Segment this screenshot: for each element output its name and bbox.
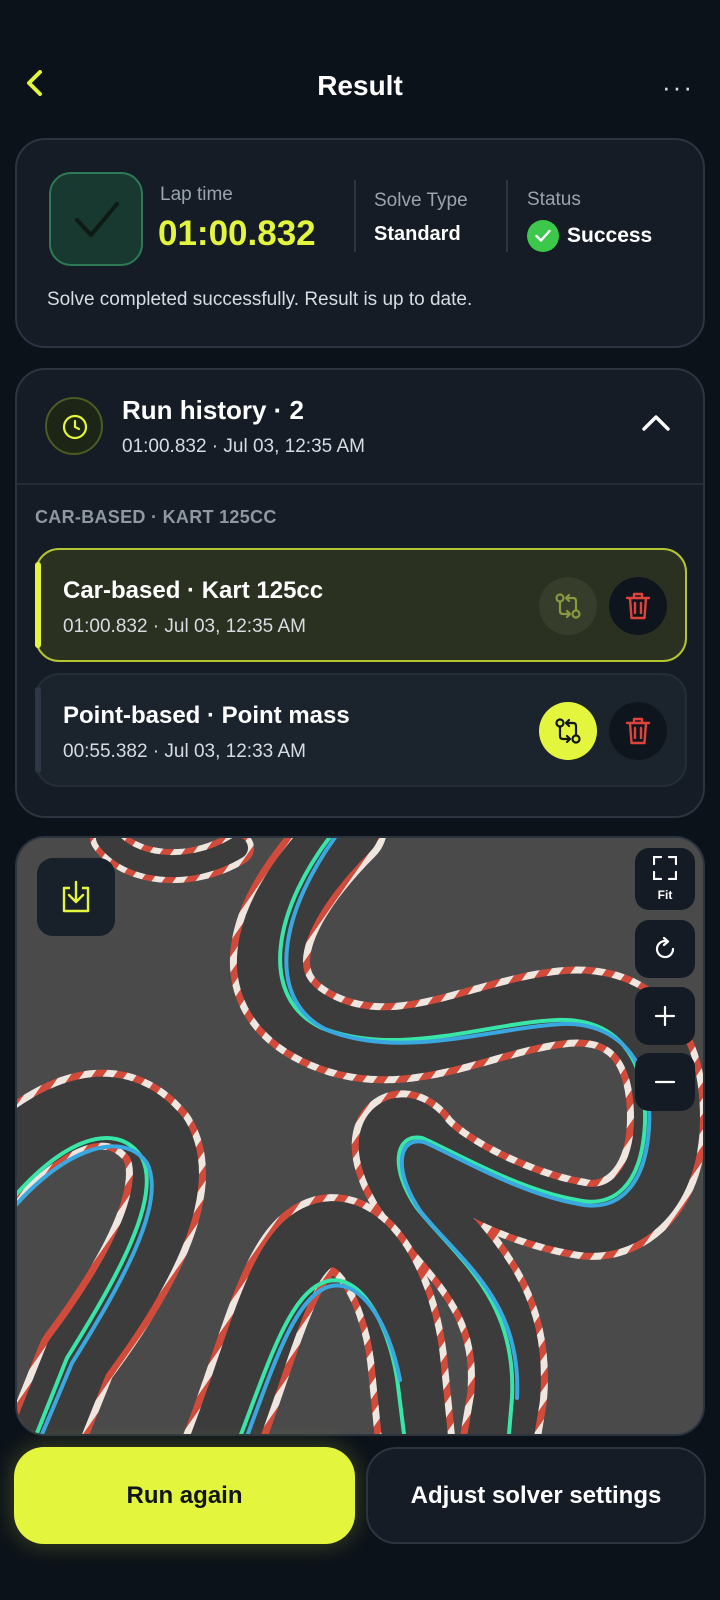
run-group-label: CAR-BASED · KART 125CC: [35, 507, 277, 527]
compare-button[interactable]: [539, 702, 597, 760]
top-bar: Result ···: [0, 0, 720, 110]
lap-time-label: Lap time: [160, 184, 233, 205]
status-value: Success: [567, 224, 653, 247]
run-again-button[interactable]: Run again: [14, 1447, 355, 1544]
status-label: Status: [527, 189, 581, 210]
success-check-badge: [49, 172, 143, 266]
chevron-up-icon[interactable]: [641, 412, 671, 432]
reset-view-button[interactable]: [635, 920, 695, 978]
page-title: Result: [317, 70, 403, 101]
fit-icon: [653, 856, 677, 880]
fit-label: Fit: [657, 888, 673, 902]
adjust-solver-settings-button[interactable]: Adjust solver settings: [366, 1447, 706, 1544]
run-history-title: Run history · 2: [122, 395, 305, 425]
run-item[interactable]: Point-based · Point mass 00:55.382 · Jul…: [35, 673, 687, 787]
track-map[interactable]: Fit: [15, 836, 705, 1436]
compare-icon: [555, 718, 581, 744]
run-history-subtitle: 01:00.832 · Jul 03, 12:35 AM: [122, 436, 365, 457]
compare-button[interactable]: [539, 577, 597, 635]
download-icon: [62, 880, 90, 913]
run-item-active[interactable]: Car-based · Kart 125cc 01:00.832 · Jul 0…: [35, 548, 687, 662]
trash-icon: [625, 717, 651, 745]
delete-button[interactable]: [609, 702, 667, 760]
track-map-canvas[interactable]: [17, 838, 705, 1436]
run-subtitle: 01:00.832 · Jul 03, 12:35 AM: [63, 616, 306, 637]
result-summary-card: Lap time 01:00.832 Solve Type Standard S…: [15, 138, 705, 348]
reset-icon: [655, 937, 675, 959]
zoom-out-icon: [654, 1080, 676, 1084]
more-options-icon[interactable]: ···: [662, 72, 694, 103]
download-button[interactable]: [37, 858, 115, 936]
zoom-out-button[interactable]: [635, 1053, 695, 1111]
fit-button[interactable]: Fit: [635, 848, 695, 910]
run-title: Point-based · Point mass: [63, 702, 350, 729]
compare-icon: [555, 593, 581, 619]
zoom-in-icon: [654, 1005, 676, 1027]
divider: [506, 180, 508, 252]
status-success-icon: [527, 220, 559, 252]
solve-type-value: Standard: [374, 223, 461, 245]
trash-icon: [625, 592, 651, 620]
zoom-in-button[interactable]: [635, 987, 695, 1045]
lap-time-value: 01:00.832: [158, 214, 316, 253]
delete-button[interactable]: [609, 577, 667, 635]
status-indicator: Success: [527, 220, 652, 252]
run-title: Car-based · Kart 125cc: [63, 577, 324, 604]
run-subtitle: 00:55.382 · Jul 03, 12:33 AM: [63, 741, 306, 762]
summary-note: Solve completed successfully. Result is …: [47, 289, 473, 310]
divider: [354, 180, 356, 252]
checkmark-icon: [75, 202, 119, 237]
clock-icon: [45, 397, 103, 455]
divider: [17, 483, 703, 485]
run-history-card: Run history · 2 01:00.832 · Jul 03, 12:3…: [15, 368, 705, 818]
solve-type-label: Solve Type: [374, 190, 468, 211]
